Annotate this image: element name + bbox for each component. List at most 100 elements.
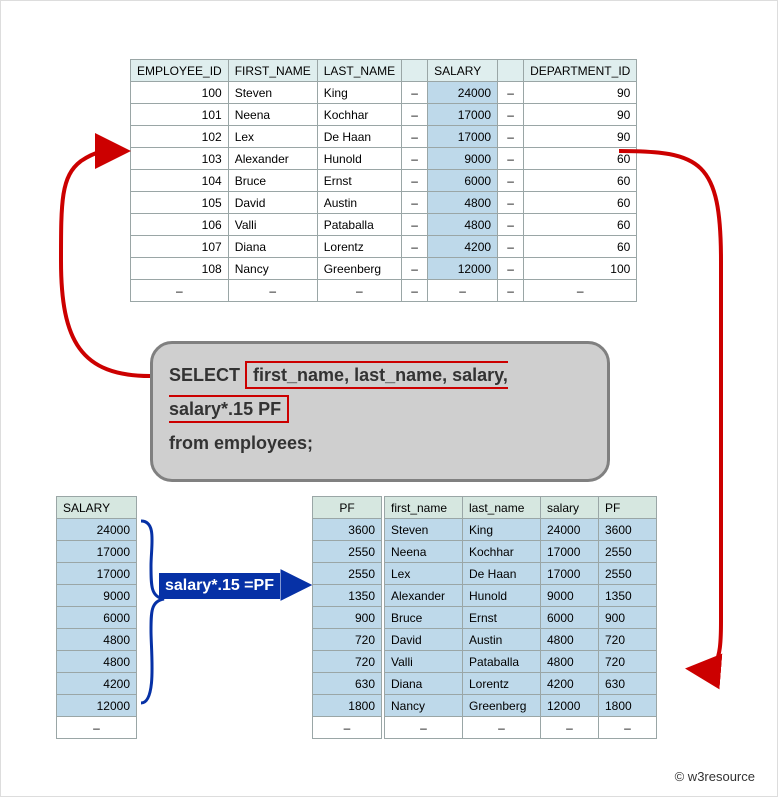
col-first-name: FIRST_NAME [228,60,317,82]
cell-department-id: 60 [524,214,637,236]
cell-ellipsis: – [402,170,428,192]
cell-employee-id: 102 [131,126,229,148]
employees-row: 100 Steven King – 24000 – 90 [131,82,637,104]
cell-salary: 24000 [428,82,498,104]
employees-row: 101 Neena Kochhar – 17000 – 90 [131,104,637,126]
salary-row: 4800 [57,629,137,651]
col-employee-id: EMPLOYEE_ID [131,60,229,82]
cell-last-name: Pataballa [317,214,401,236]
sql-from-clause: from employees; [169,433,313,453]
employees-row: 107 Diana Lorentz – 4200 – 60 [131,236,637,258]
employees-row: 103 Alexander Hunold – 9000 – 60 [131,148,637,170]
pf-row: 900 [313,607,382,629]
result-first-name: Alexander [385,585,463,607]
cell-ellipsis: – [498,192,524,214]
employees-row: 105 David Austin – 4800 – 60 [131,192,637,214]
cell-department-id: 100 [524,258,637,280]
result-header-row: first_name last_name salary PF [385,497,657,519]
cell-employee-id: 108 [131,258,229,280]
cell-department-id: 90 [524,104,637,126]
result-first-name: Bruce [385,607,463,629]
result-pf: 900 [599,607,657,629]
cell-ellipsis: – [498,126,524,148]
cell-salary: 4200 [428,236,498,258]
cell-department-id: 60 [524,170,637,192]
col-department-id: DEPARTMENT_ID [524,60,637,82]
salary-row: 4200 [57,673,137,695]
copyright-text: © w3resource [675,769,755,784]
result-first-name: Lex [385,563,463,585]
result-first-name: Steven [385,519,463,541]
result-salary: 12000 [541,695,599,717]
result-salary: 24000 [541,519,599,541]
cell-employee-id: 101 [131,104,229,126]
pf-row: 720 [313,651,382,673]
cell-ellipsis: – [402,82,428,104]
cell-ellipsis: – [498,258,524,280]
salary-cell: 9000 [57,585,137,607]
pf-row: 3600 [313,519,382,541]
result-first-name: Nancy [385,695,463,717]
salary-cell: 17000 [57,541,137,563]
employees-row: 106 Valli Pataballa – 4800 – 60 [131,214,637,236]
cell-employee-id: 107 [131,236,229,258]
pf-cell: 900 [313,607,382,629]
result-col-last-name: last_name [463,497,541,519]
result-row: Bruce Ernst 6000 900 [385,607,657,629]
pf-cell: 720 [313,651,382,673]
cell-last-name: De Haan [317,126,401,148]
cell-salary: 17000 [428,104,498,126]
cell-last-name: Hunold [317,148,401,170]
salary-row: 17000 [57,563,137,585]
cell-ellipsis: – [402,104,428,126]
cell-department-id: 60 [524,192,637,214]
cell-ellipsis: – [498,214,524,236]
cell-ellipsis: – [402,192,428,214]
pf-cell: 1800 [313,695,382,717]
result-pf: 630 [599,673,657,695]
result-first-name: David [385,629,463,651]
cell-department-id: 90 [524,126,637,148]
cell-department-id: 60 [524,236,637,258]
pf-row: 1800 [313,695,382,717]
salary-row: 9000 [57,585,137,607]
result-pf: 1800 [599,695,657,717]
sql-query-box: SELECT first_name, last_name, salary, sa… [150,341,610,482]
pf-header: PF [313,497,382,519]
pf-cell: 2550 [313,563,382,585]
result-last-name: Lorentz [463,673,541,695]
employees-row-more: ––– –– –– [131,280,637,302]
result-first-name: Diana [385,673,463,695]
result-salary: 4800 [541,629,599,651]
cell-first-name: David [228,192,317,214]
cell-last-name: Ernst [317,170,401,192]
salary-row: 4800 [57,651,137,673]
salary-header: SALARY [57,497,137,519]
employees-row: 102 Lex De Haan – 17000 – 90 [131,126,637,148]
pf-formula-label: salary*.15 =PF [159,573,280,599]
cell-salary: 12000 [428,258,498,280]
result-row: Lex De Haan 17000 2550 [385,563,657,585]
salary-row: 12000 [57,695,137,717]
cell-ellipsis: – [498,104,524,126]
cell-ellipsis: – [498,82,524,104]
cell-last-name: Greenberg [317,258,401,280]
cell-ellipsis: – [498,170,524,192]
cell-last-name: Kochhar [317,104,401,126]
cell-salary: 4800 [428,192,498,214]
cell-first-name: Valli [228,214,317,236]
pf-cell: 630 [313,673,382,695]
result-last-name: Hunold [463,585,541,607]
pf-row: 2550 [313,563,382,585]
result-last-name: Ernst [463,607,541,629]
cell-salary: 9000 [428,148,498,170]
pf-row-more: – [313,717,382,739]
cell-ellipsis: – [402,236,428,258]
result-row: Neena Kochhar 17000 2550 [385,541,657,563]
result-row: Diana Lorentz 4200 630 [385,673,657,695]
salary-row: 17000 [57,541,137,563]
employees-source-table: EMPLOYEE_ID FIRST_NAME LAST_NAME SALARY … [130,59,637,302]
cell-ellipsis: – [498,236,524,258]
pf-cell: 1350 [313,585,382,607]
cell-department-id: 90 [524,82,637,104]
